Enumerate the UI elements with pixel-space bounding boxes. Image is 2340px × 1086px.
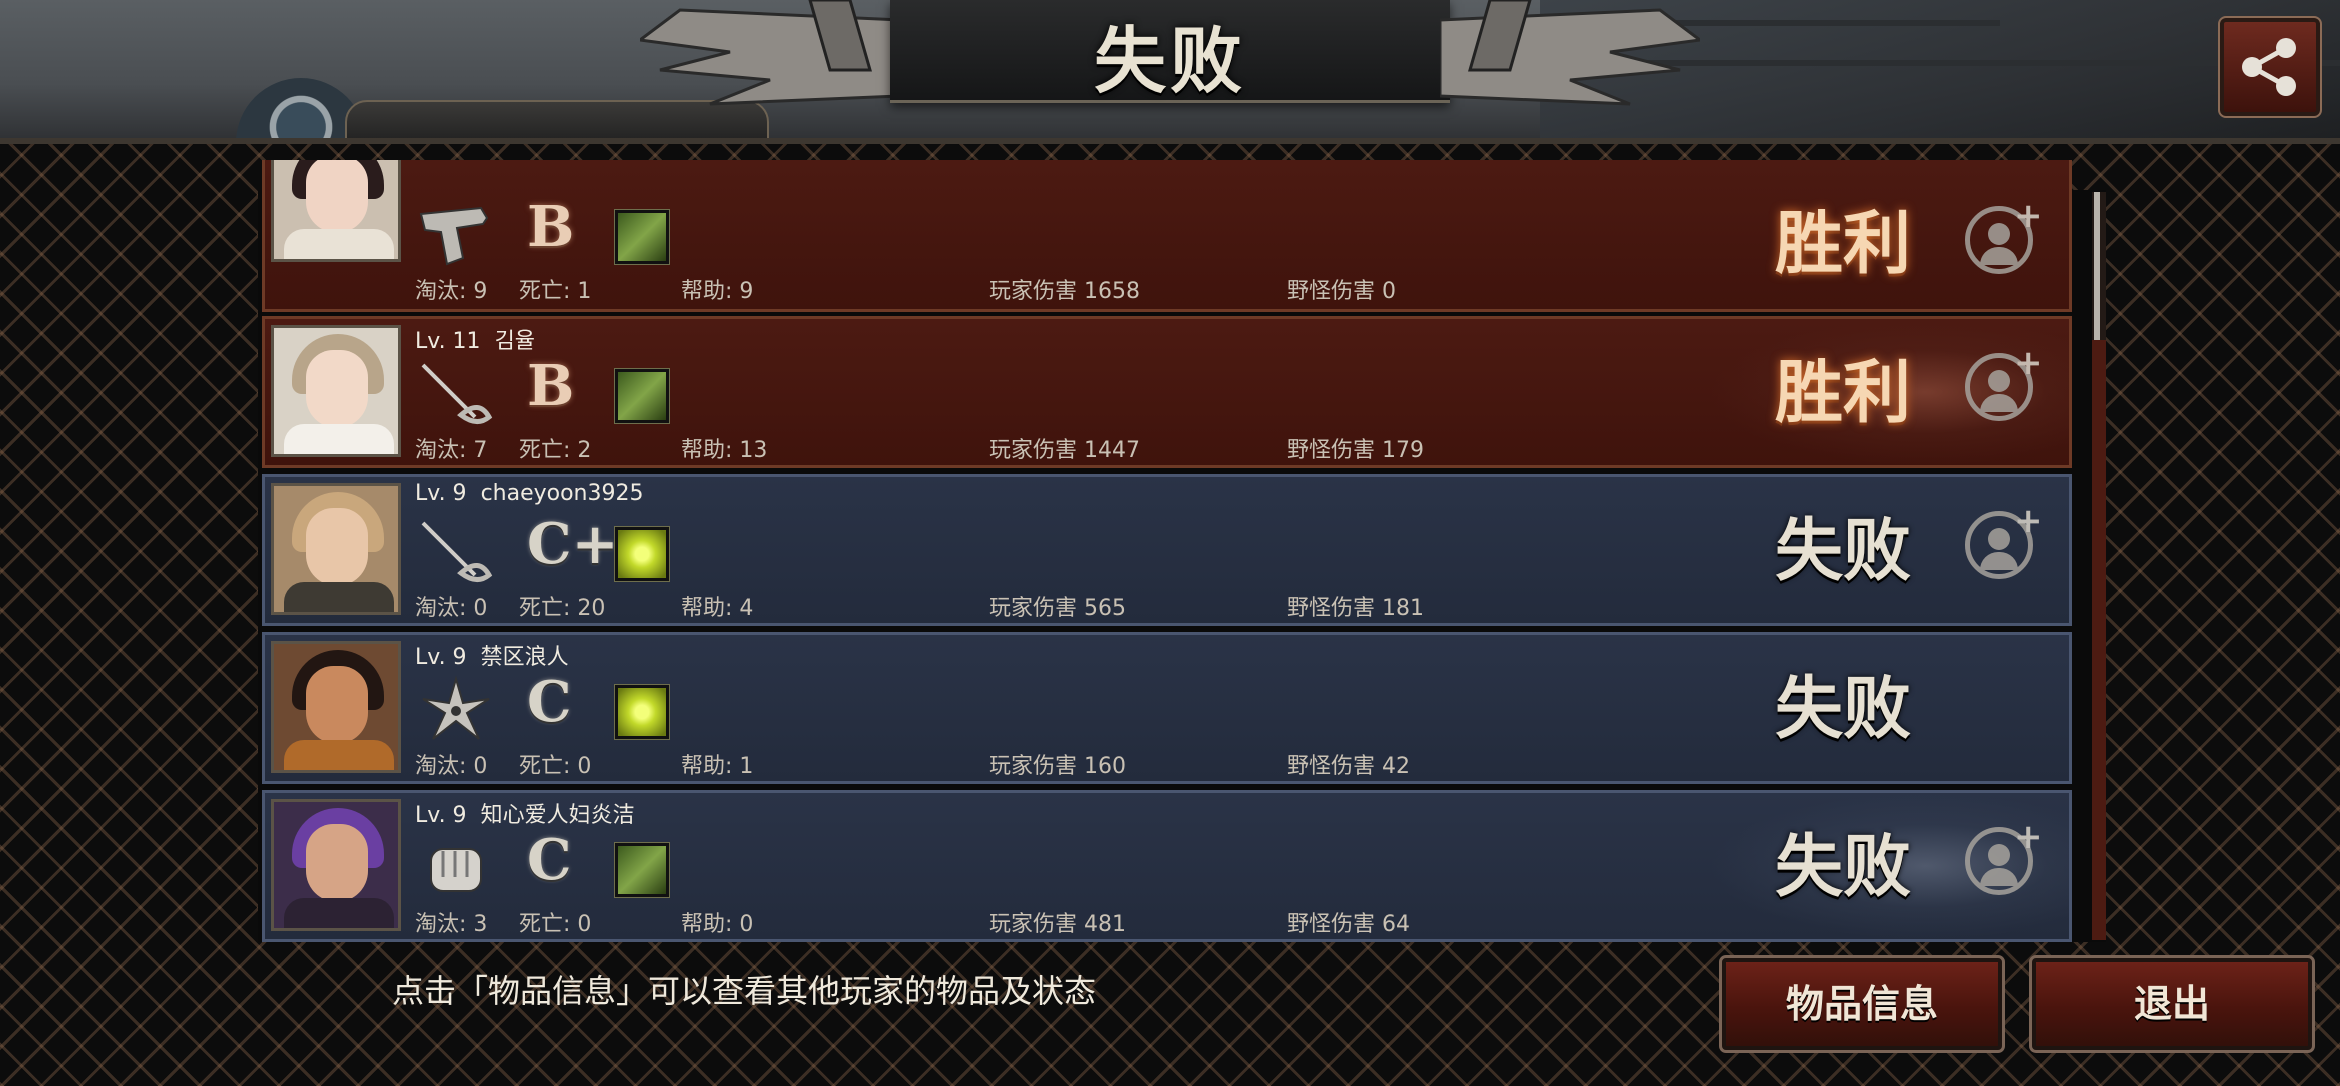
- player-level: Lv. 11: [415, 329, 481, 354]
- page-title: 失败: [1093, 19, 1246, 103]
- deaths-stat: 死亡: 20: [519, 596, 606, 621]
- shuriken-icon: [422, 675, 490, 740]
- result-label: 失败: [1775, 828, 1912, 907]
- hint-text: 点击「物品信息」可以查看其他玩家的物品及状态: [392, 972, 1097, 1010]
- player-damage-stat: 玩家伤害 1447: [989, 438, 1140, 463]
- title-banner: 失败: [640, 0, 1700, 118]
- deaths-stat: 死亡: 2: [519, 438, 592, 463]
- grade-badge: C: [527, 827, 572, 893]
- monster-damage-stat: 野怪伤害 179: [1287, 438, 1424, 463]
- monster-damage-stat: 野怪伤害 181: [1287, 596, 1424, 621]
- player-row: Lv. 9 chaeyoon3925 C+ 淘汰: 0 死亡: 20 帮助: 4…: [262, 474, 2072, 626]
- glove-icon: [430, 848, 482, 892]
- result-label: 失败: [1775, 512, 1912, 591]
- share-button[interactable]: [2218, 16, 2322, 118]
- player-name: 김율: [494, 329, 536, 354]
- player-row: Lv. 11 김율 B 淘汰: 7 死亡: 2 帮助: 13 玩家伤害 1447…: [262, 316, 2072, 468]
- item-info-button[interactable]: 物品信息: [1719, 955, 2005, 1053]
- exit-button[interactable]: 退出: [2029, 955, 2315, 1053]
- kills-stat: 淘汰: 0: [415, 754, 488, 779]
- add-friend-button[interactable]: +: [1965, 820, 2043, 895]
- green-item-icon[interactable]: [614, 209, 670, 265]
- player-portrait: [271, 160, 401, 262]
- pistol-icon: [419, 206, 489, 266]
- share-icon: [2242, 38, 2296, 96]
- assists-stat: 帮助: 0: [681, 912, 754, 937]
- scrollbar-thumb[interactable]: [2094, 192, 2100, 340]
- player-level: Lv. 9: [415, 645, 467, 670]
- kills-stat: 淘汰: 9: [415, 279, 488, 304]
- green-item-icon[interactable]: [614, 368, 670, 424]
- player-portrait: [271, 325, 401, 457]
- monster-damage-stat: 野怪伤害 42: [1287, 754, 1410, 779]
- kills-stat: 淘汰: 3: [415, 912, 488, 937]
- result-label: 失败: [1775, 670, 1912, 749]
- kills-stat: 淘汰: 0: [415, 596, 488, 621]
- assists-stat: 帮助: 1: [681, 754, 754, 779]
- player-row: B 淘汰: 9 死亡: 1 帮助: 9 玩家伤害 1658 野怪伤害 0 胜利 …: [262, 160, 2072, 312]
- player-damage-stat: 玩家伤害 160: [989, 754, 1126, 779]
- right-wing-emblem: [1440, 0, 1700, 106]
- add-friend-button[interactable]: +: [1965, 346, 2043, 421]
- result-label: 胜利: [1775, 205, 1912, 284]
- player-portrait: [271, 799, 401, 931]
- player-row: Lv. 9 知心爱人妇炎洁 C 淘汰: 3 死亡: 0 帮助: 0 玩家伤害 4…: [262, 790, 2072, 942]
- player-level: Lv. 9: [415, 481, 467, 506]
- rapier-icon: [421, 363, 493, 424]
- left-wing-emblem: [640, 0, 900, 106]
- deaths-stat: 死亡: 1: [519, 279, 592, 304]
- deaths-stat: 死亡: 0: [519, 912, 592, 937]
- grade-badge: B: [527, 194, 575, 260]
- deaths-stat: 死亡: 0: [519, 754, 592, 779]
- player-damage-stat: 玩家伤害 1658: [989, 279, 1140, 304]
- scrollbar-lower: [2092, 340, 2106, 940]
- player-portrait: [271, 483, 401, 615]
- assists-stat: 帮助: 9: [681, 279, 754, 304]
- player-level-name: Lv. 11 김율: [415, 323, 535, 355]
- green-item-icon[interactable]: [614, 842, 670, 898]
- player-name: 知心爱人妇炎洁: [480, 803, 635, 828]
- player-name: chaeyoon3925: [480, 481, 644, 506]
- grade-badge: B: [527, 353, 575, 419]
- assists-stat: 帮助: 13: [681, 438, 768, 463]
- add-friend-button[interactable]: +: [1965, 504, 2043, 579]
- yellow-item-icon[interactable]: [614, 526, 670, 582]
- grade-badge: C+: [527, 511, 619, 577]
- player-level-name: Lv. 9 禁区浪人: [415, 639, 569, 671]
- title-plate: 失败: [890, 0, 1450, 103]
- player-level-name: Lv. 9 知心爱人妇炎洁: [415, 797, 635, 829]
- yellow-item-icon[interactable]: [614, 684, 670, 740]
- player-damage-stat: 玩家伤害 481: [989, 912, 1126, 937]
- player-level-name: Lv. 9 chaeyoon3925: [415, 481, 644, 506]
- rapier-icon: [421, 521, 493, 582]
- player-portrait: [271, 641, 401, 773]
- player-name: 禁区浪人: [480, 645, 569, 670]
- grade-badge: C: [527, 669, 572, 735]
- monster-damage-stat: 野怪伤害 64: [1287, 912, 1410, 937]
- assists-stat: 帮助: 4: [681, 596, 754, 621]
- player-level: Lv. 9: [415, 803, 467, 828]
- player-damage-stat: 玩家伤害 565: [989, 596, 1126, 621]
- player-row: Lv. 9 禁区浪人 C 淘汰: 0 死亡: 0 帮助: 1 玩家伤害 160 …: [262, 632, 2072, 784]
- add-friend-button[interactable]: +: [1965, 199, 2043, 274]
- kills-stat: 淘汰: 7: [415, 438, 488, 463]
- monster-damage-stat: 野怪伤害 0: [1287, 279, 1396, 304]
- result-label: 胜利: [1775, 354, 1912, 433]
